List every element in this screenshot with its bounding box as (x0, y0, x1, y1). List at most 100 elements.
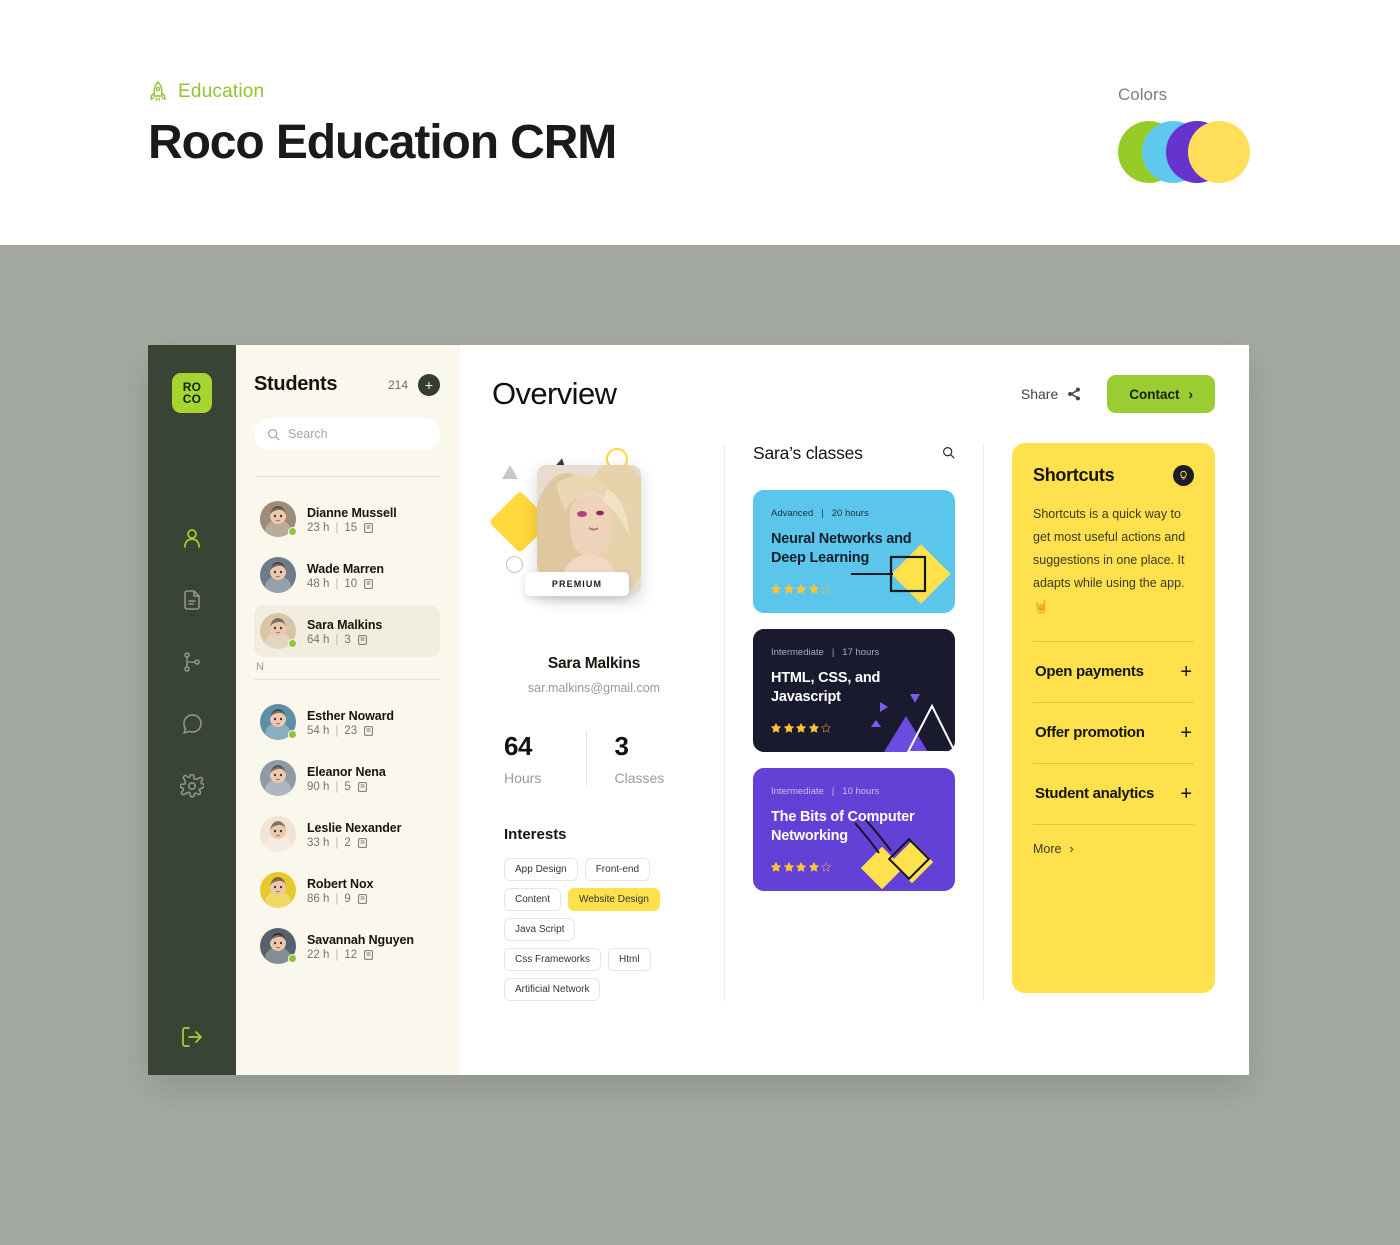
online-status-dot (288, 527, 297, 536)
add-shortcut-icon[interactable]: + (1180, 783, 1192, 806)
rating-star (770, 581, 782, 594)
class-card[interactable]: Intermediate | 17 hours HTML, CSS, and Java… (753, 629, 955, 752)
main-content: Overview Share Contact › PREMIUM Sara Ma… (460, 345, 1249, 1075)
shortcut-label: Offer promotion (1035, 724, 1145, 742)
shortcut-label: Open payments (1035, 663, 1144, 681)
color-swatch-yellow (1188, 121, 1250, 183)
interest-tag[interactable]: Content (504, 888, 562, 911)
student-name: Eleanor Nena (307, 765, 386, 779)
student-list-item[interactable]: Eleanor Nena 90 h | 5 (254, 752, 440, 804)
students-count: 214 (387, 377, 408, 392)
student-hours: 86 h (307, 893, 330, 905)
student-list-item[interactable]: Esther Noward 54 h | 23 (254, 696, 440, 748)
rating-star (808, 581, 819, 594)
gear-icon[interactable] (179, 773, 205, 799)
meta-separator: | (831, 786, 835, 797)
contact-button[interactable]: Contact › (1107, 375, 1215, 413)
chevron-right-icon: › (1069, 841, 1074, 856)
lightbulb-icon[interactable] (1173, 465, 1194, 486)
student-meta: 48 h | 10 (307, 578, 384, 590)
shortcut-item[interactable]: Student analytics + (1033, 764, 1194, 825)
student-meta: 64 h | 3 (307, 634, 382, 646)
shortcuts-more-link[interactable]: More › (1033, 842, 1194, 856)
interest-tag[interactable]: Front-end (584, 858, 651, 881)
meta-separator: | (335, 781, 339, 793)
student-list-item[interactable]: Robert Nox 86 h | 9 (254, 864, 440, 916)
student-classes: 3 (344, 634, 351, 646)
student-list-item[interactable]: Sara Malkins 64 h | 3 (254, 605, 440, 657)
classes-icon (357, 635, 367, 645)
search-input[interactable] (288, 427, 427, 441)
document-icon[interactable] (180, 588, 204, 612)
student-list-item[interactable]: Savannah Nguyen 22 h | 12 (254, 920, 440, 972)
shortcuts-description: Shortcuts is a quick way to get most use… (1033, 507, 1186, 614)
overview-title: Overview (492, 376, 617, 411)
student-search[interactable] (254, 418, 440, 450)
colors-label: Colors (1118, 85, 1168, 104)
interests-title: Interests (504, 826, 567, 843)
student-meta: 22 h | 12 (307, 949, 414, 961)
students-title: Students (254, 373, 338, 395)
share-button[interactable]: Share (1021, 386, 1081, 402)
student-list-item[interactable]: Leslie Nexander 33 h | 2 (254, 808, 440, 860)
online-status-dot (288, 730, 297, 739)
students-header: Students 214 + (254, 373, 440, 396)
interest-tag[interactable]: Java Script (504, 918, 576, 941)
class-level: Intermediate (771, 786, 824, 797)
class-rating (770, 581, 937, 594)
rating-star (795, 720, 807, 733)
premium-badge: PREMIUM (525, 572, 629, 596)
students-panel: Students 214 + Dianne Mussell 23 h | 15 Wade… (236, 345, 460, 1075)
classes-icon (364, 726, 374, 736)
shortcut-item[interactable]: Open payments + (1033, 642, 1194, 703)
class-card[interactable]: Advanced | 20 hours Neural Networks and Dee… (753, 490, 955, 613)
student-list-item[interactable]: Dianne Mussell 23 h | 15 (254, 493, 440, 545)
students-list-group-n: Esther Noward 54 h | 23 Eleanor Nena 90 h | 5 Le… (254, 696, 440, 976)
class-level: Advanced (771, 508, 814, 519)
add-shortcut-icon[interactable]: + (1180, 661, 1192, 684)
interest-tag[interactable]: Css Frameworks (504, 948, 602, 971)
classes-column: Sara’s classes Advanced | 20 hours Neural N… (724, 443, 984, 1001)
avatar (260, 704, 297, 740)
presentation-stage: RO CO Students 214 + Search Dianne Musse… (0, 245, 1400, 1245)
app-logo[interactable]: RO CO (172, 373, 212, 413)
add-shortcut-icon[interactable]: + (1180, 722, 1192, 745)
classes-search-icon[interactable] (942, 446, 955, 461)
student-meta: 23 h | 15 (307, 522, 397, 534)
online-status-dot (288, 954, 297, 963)
shortcuts-header: Shortcuts (1033, 465, 1194, 486)
classes-icon (364, 950, 374, 960)
classes-icon (364, 523, 374, 533)
profile-column: PREMIUM Sara Malkins sar.malkins@gmail.c… (488, 443, 724, 1001)
shortcuts-card: Shortcuts Shortcuts is a quick way to ge… (1012, 443, 1215, 993)
student-classes: 10 (344, 578, 358, 590)
rating-star (783, 720, 794, 733)
class-hours: 20 hours (831, 508, 869, 519)
branch-icon[interactable] (180, 650, 204, 674)
student-hours: 23 h (307, 522, 330, 534)
meta-separator: | (335, 578, 339, 590)
avatar (260, 872, 296, 908)
interest-tag[interactable]: Artificial Network (504, 978, 601, 1001)
shortcuts-title: Shortcuts (1033, 465, 1115, 485)
users-icon[interactable] (180, 526, 204, 550)
student-hours: 33 h (307, 837, 330, 849)
interest-tag[interactable]: Html (608, 948, 651, 971)
classes-icon (364, 579, 374, 589)
class-hours: 17 hours (842, 647, 880, 658)
student-meta: 86 h | 9 (307, 893, 373, 905)
chat-icon[interactable] (180, 712, 204, 736)
logout-icon[interactable] (180, 1025, 204, 1049)
shortcut-item[interactable]: Offer promotion + (1033, 703, 1194, 764)
add-student-button[interactable]: + (418, 373, 440, 396)
meta-separator: | (335, 522, 339, 534)
student-list-item[interactable]: Wade Marren 48 h | 10 (254, 549, 440, 601)
interest-tag[interactable]: App Design (504, 858, 578, 881)
student-classes: 15 (344, 522, 358, 534)
interest-tags: App Design Front-end Content Website Design… (492, 858, 678, 1001)
interest-tag[interactable]: Website Design (568, 888, 660, 911)
class-card[interactable]: Intermediate | 10 hours The Bits of Compute… (753, 768, 955, 891)
class-meta: Intermediate | 17 hours (771, 647, 937, 658)
class-title: The Bits of Computer Networking (771, 809, 915, 844)
stat-classes: 3 Classes (585, 731, 697, 786)
